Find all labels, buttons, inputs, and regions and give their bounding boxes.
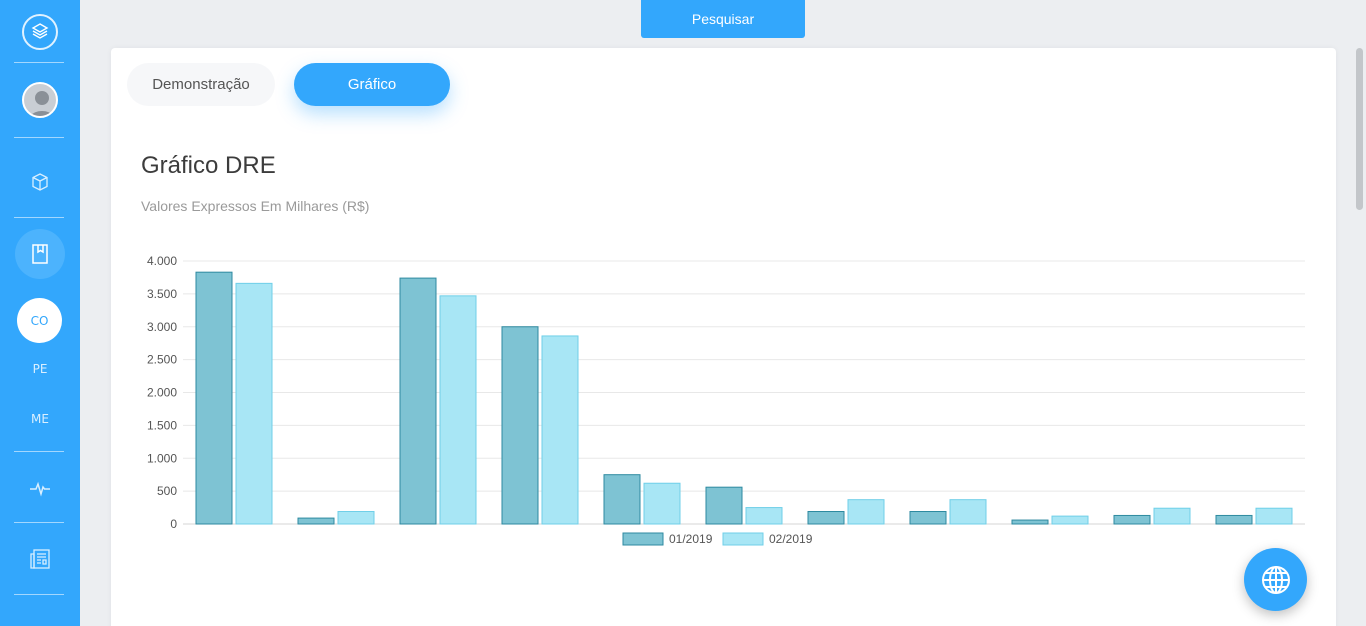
bar-02-2019 <box>1255 507 1293 525</box>
sidebar: CO PE ME <box>0 0 80 626</box>
bar-02-2019 <box>949 499 987 525</box>
bar-01-2019 <box>603 474 641 525</box>
report-icon[interactable] <box>0 546 80 572</box>
book-icon[interactable] <box>15 229 65 279</box>
legend-label: 01/2019 <box>669 532 713 546</box>
bar-01-2019 <box>1113 514 1151 525</box>
y-tick-label: 1.000 <box>147 451 177 465</box>
scrollbar[interactable] <box>1352 0 1366 626</box>
bar-01-2019 <box>297 517 335 525</box>
sidebar-divider <box>14 137 64 138</box>
bar-02-2019 <box>439 295 477 525</box>
bar-01-2019 <box>195 271 233 525</box>
bar-01-2019 <box>705 486 743 525</box>
y-tick-label: 0 <box>170 517 177 531</box>
legend-label: 02/2019 <box>769 532 813 546</box>
bar-01-2019 <box>909 511 947 525</box>
bar-01-2019 <box>1215 514 1253 525</box>
bar-02-2019 <box>1153 507 1191 525</box>
legend-swatch <box>722 532 764 546</box>
bar-02-2019 <box>541 335 579 525</box>
bar-01-2019 <box>1011 519 1049 525</box>
y-tick-label: 4.000 <box>147 254 177 268</box>
bar-02-2019 <box>235 282 273 525</box>
globe-icon <box>1261 565 1290 594</box>
sidebar-divider <box>14 522 64 523</box>
sidebar-item-me[interactable]: ME <box>0 412 80 426</box>
bar-chart: 0 500 1.000 1.500 2.000 2.500 3.000 3.500 4.000 0… <box>147 254 1305 546</box>
globe-button[interactable] <box>1244 548 1307 611</box>
y-tick-label: 3.000 <box>147 320 177 334</box>
search-button[interactable]: Pesquisar <box>641 0 805 38</box>
bar-01-2019 <box>501 326 539 525</box>
y-tick-label: 2.500 <box>147 353 177 367</box>
sidebar-item-label: CO <box>30 313 49 328</box>
pulse-icon[interactable] <box>0 477 80 501</box>
y-tick-label: 3.500 <box>147 287 177 301</box>
bar-02-2019 <box>745 507 783 525</box>
logo-icon[interactable] <box>22 14 58 50</box>
sidebar-divider <box>14 594 64 595</box>
legend-swatch <box>622 532 664 546</box>
bar-02-2019 <box>1051 515 1089 525</box>
bar-02-2019 <box>847 499 885 525</box>
bar-01-2019 <box>399 277 437 525</box>
avatar[interactable] <box>22 82 58 118</box>
scrollbar-thumb[interactable] <box>1356 48 1363 210</box>
sidebar-divider <box>14 62 64 63</box>
bar-02-2019 <box>643 482 681 525</box>
sidebar-divider <box>14 451 64 452</box>
y-tick-label: 500 <box>157 484 177 498</box>
sidebar-item-pe[interactable]: PE <box>0 362 80 376</box>
sidebar-item-co[interactable]: CO <box>17 298 62 343</box>
sidebar-divider <box>14 217 64 218</box>
bar-01-2019 <box>807 511 845 525</box>
box-icon[interactable] <box>0 170 80 194</box>
y-tick-label: 2.000 <box>147 386 177 400</box>
chart-card: Demonstração Gráfico Gráfico DRE Valores… <box>111 48 1336 626</box>
bar-02-2019 <box>337 511 375 525</box>
y-tick-label: 1.500 <box>147 418 177 432</box>
